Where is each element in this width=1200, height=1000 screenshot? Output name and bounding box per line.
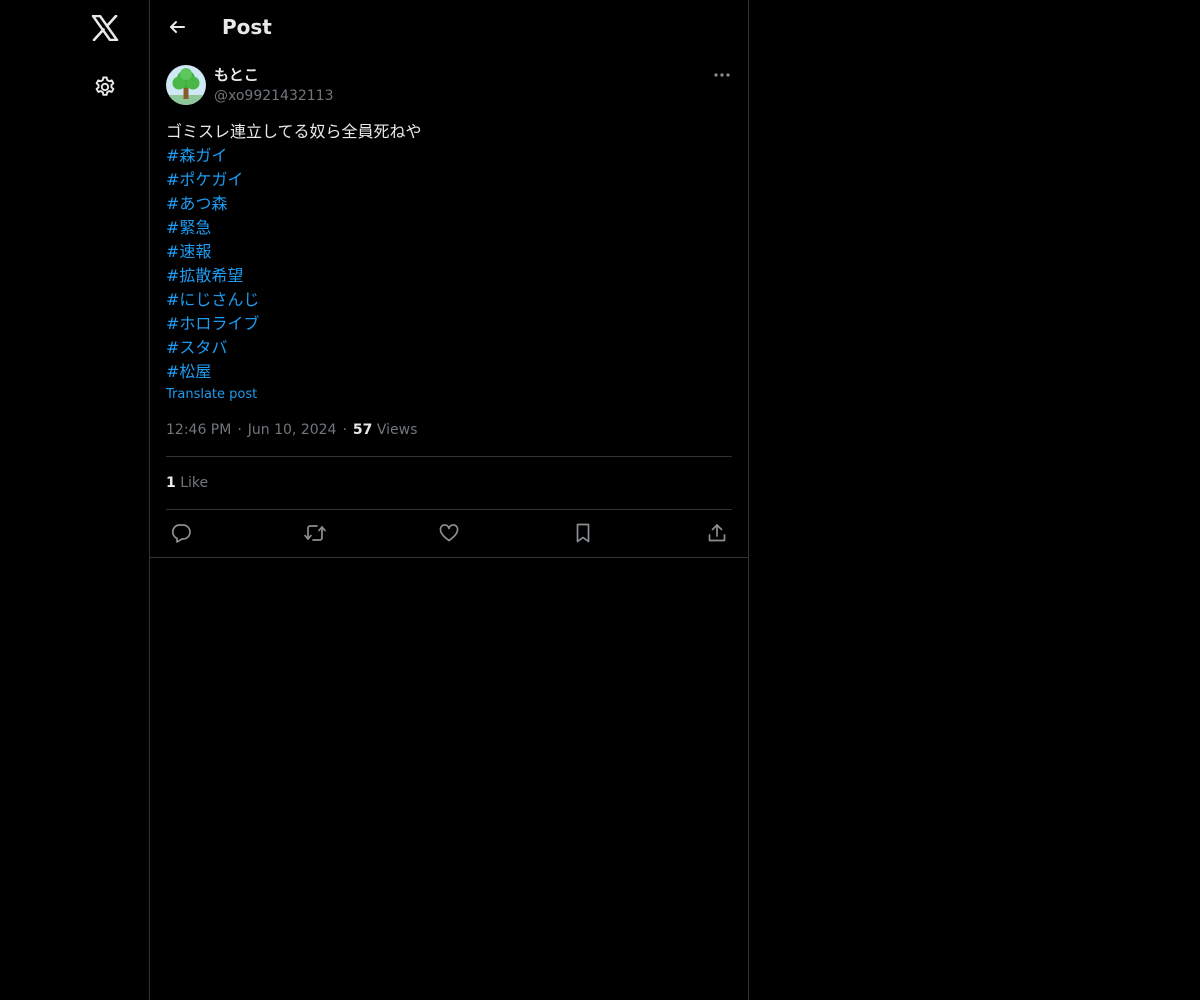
- post-actions: [166, 517, 732, 549]
- post: もとこ @xo9921432113 ゴミスレ連立してる奴ら全員死ねや #森ガイ …: [150, 54, 748, 558]
- reply-icon: [170, 522, 192, 544]
- views-count: 57: [352, 422, 373, 438]
- user-handle[interactable]: @xo9921432113: [214, 87, 334, 105]
- likes-count-link[interactable]: 1 Like: [166, 473, 208, 493]
- hashtag-list: #森ガイ #ポケガイ #あつ森 #緊急 #速報 #拡散希望 #にじさんじ #ホロ…: [166, 144, 732, 384]
- hashtag-link[interactable]: #松屋: [166, 360, 211, 384]
- post-meta: 12:46 PM · Jun 10, 2024 · 57 Views: [166, 420, 417, 440]
- bookmark-icon: [572, 522, 594, 544]
- more-icon: [713, 72, 731, 78]
- more-options-button[interactable]: [708, 64, 736, 86]
- hashtag-link[interactable]: #あつ森: [166, 192, 227, 216]
- hashtag-link[interactable]: #緊急: [166, 216, 211, 240]
- hashtag-link[interactable]: #スタバ: [166, 336, 227, 360]
- repost-icon: [303, 522, 327, 544]
- gear-icon: [93, 75, 117, 99]
- hashtag-link[interactable]: #森ガイ: [166, 144, 227, 168]
- display-name[interactable]: もとこ: [214, 66, 259, 84]
- hashtag-link[interactable]: #ホロライブ: [166, 312, 259, 336]
- main-column: Post もとこ @xo9921432113 ゴミスレ連立してる奴ら全員死ねや …: [150, 0, 749, 1000]
- avatar[interactable]: [166, 65, 206, 105]
- hashtag-link[interactable]: #速報: [166, 240, 211, 264]
- post-time[interactable]: 12:46 PM: [166, 422, 231, 438]
- meta-separator: ·: [237, 422, 242, 438]
- page-title: Post: [222, 15, 272, 39]
- back-button[interactable]: [160, 10, 194, 44]
- bookmark-button[interactable]: [569, 519, 597, 547]
- reply-button[interactable]: [167, 519, 195, 547]
- repost-button[interactable]: [301, 519, 329, 547]
- like-icon: [438, 522, 460, 544]
- share-button[interactable]: [703, 519, 731, 547]
- left-nav: [0, 0, 150, 1000]
- hashtag-link[interactable]: #拡散希望: [166, 264, 243, 288]
- settings-button[interactable]: [83, 65, 127, 109]
- share-icon: [706, 522, 728, 544]
- x-home-button[interactable]: [83, 6, 127, 50]
- like-button[interactable]: [435, 519, 463, 547]
- app: Post もとこ @xo9921432113 ゴミスレ連立してる奴ら全員死ねや …: [0, 0, 1200, 1000]
- likes-count: 1: [166, 475, 176, 491]
- meta-separator: ·: [342, 422, 347, 438]
- divider: [166, 509, 732, 510]
- post-text: ゴミスレ連立してる奴ら全員死ねや: [166, 122, 422, 141]
- translate-post-link[interactable]: Translate post: [166, 386, 257, 404]
- hashtag-link[interactable]: #にじさんじ: [166, 288, 259, 312]
- likes-label: Like: [180, 475, 209, 491]
- page-header: Post: [150, 0, 748, 54]
- divider: [166, 456, 732, 457]
- back-arrow-icon: [167, 17, 187, 37]
- post-date[interactable]: Jun 10, 2024: [248, 422, 337, 438]
- hashtag-link[interactable]: #ポケガイ: [166, 168, 243, 192]
- x-logo-icon: [91, 15, 119, 41]
- views-label: Views: [376, 422, 418, 438]
